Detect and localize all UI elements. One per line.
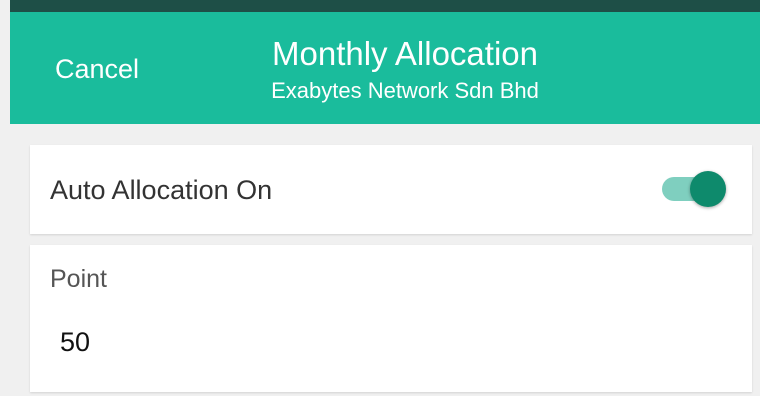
page-subtitle: Exabytes Network Sdn Bhd: [271, 78, 539, 103]
header-title-group: Monthly Allocation Exabytes Network Sdn …: [10, 34, 760, 106]
toggle-knob: [690, 171, 726, 207]
point-input[interactable]: [60, 320, 720, 364]
app-header: Cancel Monthly Allocation Exabytes Netwo…: [10, 12, 760, 124]
auto-allocation-row: Auto Allocation On: [30, 145, 752, 234]
auto-allocation-toggle[interactable]: [662, 169, 726, 209]
status-bar: [10, 0, 760, 12]
point-label: Point: [50, 265, 107, 293]
auto-allocation-label: Auto Allocation On: [50, 175, 273, 205]
page-title: Monthly Allocation: [272, 35, 538, 72]
point-field-card: Point: [30, 245, 752, 392]
